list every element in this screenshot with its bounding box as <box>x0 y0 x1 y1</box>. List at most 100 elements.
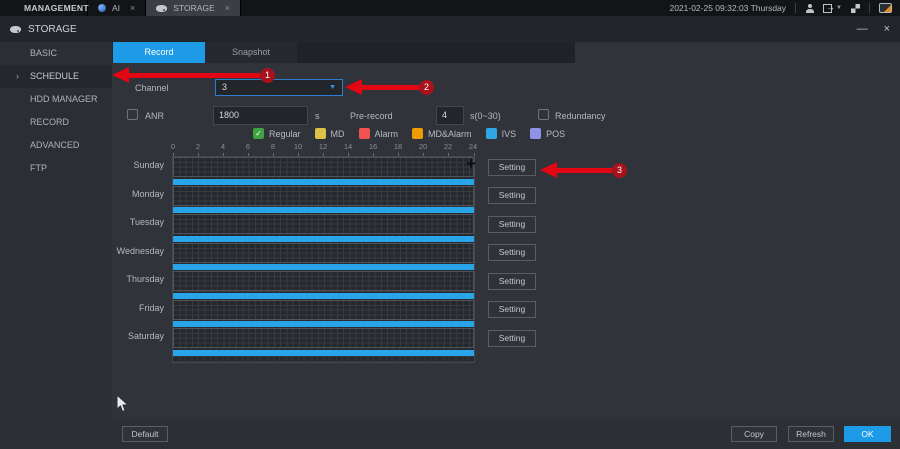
record-bar-friday[interactable] <box>173 321 474 327</box>
setting-button-friday[interactable]: Setting <box>488 301 536 318</box>
legend-label: Regular <box>269 129 301 139</box>
setting-button-thursday[interactable]: Setting <box>488 273 536 290</box>
check-icon: ✓ <box>255 129 262 138</box>
pos-checkbox[interactable] <box>530 128 541 139</box>
minimize-button[interactable]: — <box>857 23 868 35</box>
tab-ai-close-icon[interactable]: × <box>130 3 135 13</box>
annotation-badge-3: 3 <box>612 163 627 178</box>
tab-record[interactable]: Record <box>113 42 205 63</box>
day-label: Sunday <box>112 160 164 170</box>
schedule-band-tuesday[interactable] <box>173 214 474 234</box>
setting-button-monday[interactable]: Setting <box>488 187 536 204</box>
record-bar-thursday[interactable] <box>173 293 474 299</box>
main-panel: Record Snapshot Channel 3 ▼ ANR 1800 s P… <box>112 42 900 449</box>
separator <box>795 3 796 13</box>
schedule-row-saturday: Saturday Setting <box>173 328 474 356</box>
alarm-checkbox[interactable] <box>359 128 370 139</box>
tab-storage-label: STORAGE <box>173 3 214 13</box>
schedule-band-wednesday[interactable] <box>173 243 474 263</box>
legend-item-pos[interactable]: POS <box>530 128 565 139</box>
anr-label: ANR <box>145 111 164 121</box>
md-checkbox[interactable] <box>315 128 326 139</box>
day-label: Tuesday <box>112 217 164 227</box>
record-bar-tuesday[interactable] <box>173 236 474 242</box>
tab-snapshot[interactable]: Snapshot <box>205 42 297 63</box>
md-alarm-checkbox[interactable] <box>412 128 423 139</box>
schedule-row-wednesday: Wednesday Setting <box>173 243 474 271</box>
legend-item-alarm[interactable]: Alarm <box>359 128 399 139</box>
setting-button-tuesday[interactable]: Setting <box>488 216 536 233</box>
tab-ai[interactable]: AI × <box>88 0 146 16</box>
sidebar-item-ftp[interactable]: FTP <box>0 157 112 180</box>
chevron-down-icon: ▼ <box>836 5 842 11</box>
live-view-icon[interactable] <box>879 3 892 13</box>
schedule-band-sunday[interactable] <box>173 157 474 177</box>
arrow-head-icon <box>112 67 129 83</box>
record-bar-sunday[interactable] <box>173 179 474 185</box>
schedule-row-tuesday: Tuesday Setting <box>173 214 474 242</box>
ok-button[interactable]: OK <box>844 426 891 442</box>
storage-disk-icon <box>156 5 167 12</box>
storage-disk-icon <box>10 26 21 33</box>
legend-label: Alarm <box>375 129 399 139</box>
crosshair-cursor-icon: + <box>463 156 479 172</box>
redundancy-checkbox[interactable] <box>538 109 549 120</box>
top-tab-bar: MANAGEMENT AI × STORAGE × 2021-02-25 09:… <box>0 0 900 16</box>
legend-item-md[interactable]: MD <box>315 128 345 139</box>
day-label: Wednesday <box>112 246 164 256</box>
tab-storage[interactable]: STORAGE × <box>146 0 241 16</box>
anr-duration-input[interactable]: 1800 <box>213 106 308 125</box>
ai-sphere-icon <box>98 4 106 12</box>
pre-record-input[interactable]: 4 <box>436 106 464 125</box>
record-bar-saturday[interactable] <box>173 350 474 356</box>
day-label: Saturday <box>112 331 164 341</box>
record-bar-monday[interactable] <box>173 207 474 213</box>
qr-code-icon[interactable] <box>851 4 860 13</box>
day-label: Monday <box>112 189 164 199</box>
separator <box>869 3 870 13</box>
setting-button-sunday[interactable]: Setting <box>488 159 536 176</box>
sidebar-item-hdd-manager[interactable]: HDD MANAGER <box>0 88 112 111</box>
annotation-badge-2: 2 <box>419 80 434 95</box>
management-menu[interactable]: MANAGEMENT <box>0 0 88 16</box>
schedule-row-monday: Monday Setting <box>173 186 474 214</box>
logout-icon[interactable] <box>823 4 832 13</box>
copy-button[interactable]: Copy <box>731 426 777 442</box>
setting-button-saturday[interactable]: Setting <box>488 330 536 347</box>
schedule-band-saturday[interactable] <box>173 328 474 348</box>
schedule-band-thursday[interactable] <box>173 271 474 291</box>
user-icon[interactable] <box>805 4 814 13</box>
ivs-checkbox[interactable] <box>486 128 497 139</box>
window-title: STORAGE <box>28 24 77 35</box>
sidebar-item-advanced[interactable]: ADVANCED <box>0 134 112 157</box>
legend-item-ivs[interactable]: IVS <box>486 128 517 139</box>
refresh-button[interactable]: Refresh <box>788 426 834 442</box>
pre-record-label: Pre-record <box>350 111 393 121</box>
mouse-cursor-icon <box>116 394 129 413</box>
sidebar-item-record[interactable]: RECORD <box>0 111 112 134</box>
schedule-band-friday[interactable] <box>173 300 474 320</box>
day-label: Friday <box>112 303 164 313</box>
record-bar-wednesday[interactable] <box>173 264 474 270</box>
arrow-head-icon <box>540 162 557 178</box>
anr-unit-label: s <box>315 111 320 121</box>
annotation-arrow-1: 1 <box>112 67 275 83</box>
tab-storage-close-icon[interactable]: × <box>225 3 230 13</box>
schedule-row-sunday: Sunday Setting <box>173 157 474 185</box>
legend-item-md-alarm[interactable]: MD&Alarm <box>412 128 472 139</box>
sidebar-item-schedule[interactable]: › SCHEDULE <box>0 65 112 88</box>
pre-record-unit-label: s(0~30) <box>470 111 501 121</box>
sidebar-item-basic[interactable]: BASIC <box>0 42 112 65</box>
chevron-right-icon: › <box>16 65 19 88</box>
legend-label: POS <box>546 129 565 139</box>
anr-checkbox[interactable] <box>127 109 138 120</box>
sidebar: BASIC › SCHEDULE HDD MANAGER RECORD ADVA… <box>0 42 112 449</box>
schedule-band-monday[interactable] <box>173 186 474 206</box>
legend-item-regular[interactable]: ✓ Regular <box>253 128 301 139</box>
setting-button-wednesday[interactable]: Setting <box>488 244 536 261</box>
default-button[interactable]: Default <box>122 426 168 442</box>
timeline-hour-labels: 0 2 4 6 8 10 12 14 16 18 20 22 24 <box>173 142 474 152</box>
footer-strip <box>112 420 900 449</box>
close-button[interactable]: × <box>884 23 890 35</box>
regular-checkbox[interactable]: ✓ <box>253 128 264 139</box>
